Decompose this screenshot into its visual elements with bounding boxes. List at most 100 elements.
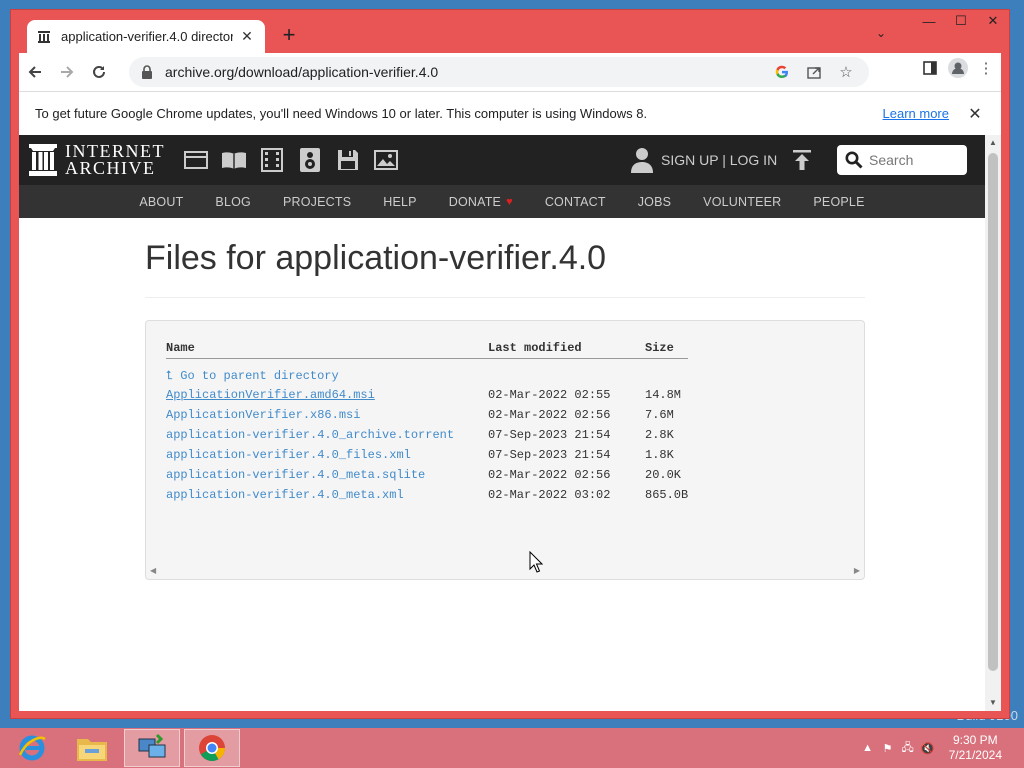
parent-directory-row: ⮤ Go to parent directory (166, 359, 688, 385)
nav-donate[interactable]: DONATE ♥ (433, 195, 529, 209)
clock[interactable]: 9:30 PM 7/21/2024 (949, 733, 1002, 763)
column-header-modified: Last modified (488, 341, 645, 359)
signin-text[interactable]: SIGN UP | LOG IN (661, 152, 777, 168)
file-modified: 07-Sep-2023 21:54 (488, 447, 611, 462)
chrome-menu-icon[interactable]: ⋮ (975, 57, 997, 79)
close-window-button[interactable]: ✕ (977, 10, 1009, 32)
table-row: application-verifier.4.0_meta.xml 02-Mar… (166, 485, 688, 505)
web-icon[interactable] (183, 148, 209, 172)
table-row: application-verifier.4.0_files.xml 07-Se… (166, 445, 688, 465)
up-arrow-icon: ⮤ (166, 368, 181, 383)
vertical-scrollbar[interactable]: ▲ ▼ (985, 135, 1001, 711)
page-title: Files for application-verifier.4.0 (145, 239, 607, 277)
scrollbar-thumb[interactable] (988, 153, 998, 671)
share-icon[interactable] (803, 61, 825, 83)
column-header-size: Size (645, 341, 689, 359)
table-row: application-verifier.4.0_archive.torrent… (166, 425, 688, 445)
nav-projects[interactable]: PROJECTS (267, 195, 367, 209)
new-tab-button[interactable]: + (277, 24, 301, 48)
bookmark-star-icon[interactable]: ☆ (835, 61, 857, 83)
file-link[interactable]: ApplicationVerifier.amd64.msi (166, 388, 375, 402)
table-row: ApplicationVerifier.x86.msi 02-Mar-2022 … (166, 405, 688, 425)
search-icon (845, 151, 863, 169)
upload-icon[interactable] (791, 149, 813, 171)
file-table: Name Last modified Size ⮤ Go to parent d… (166, 341, 689, 505)
title-bar: application-verifier.4.0 directory ✕ + ⌄… (11, 10, 1009, 53)
file-link[interactable]: application-verifier.4.0_meta.xml (166, 488, 404, 502)
user-icon (631, 148, 653, 173)
profile-avatar-icon[interactable] (947, 57, 969, 79)
infobar-close-icon[interactable]: ✕ (965, 104, 985, 124)
scroll-down-arrow-icon[interactable]: ▼ (985, 695, 1001, 711)
nav-help[interactable]: HELP (367, 195, 432, 209)
audio-icon[interactable] (297, 148, 323, 172)
file-link[interactable]: application-verifier.4.0_archive.torrent (166, 428, 454, 442)
ia-logo-icon (29, 144, 57, 176)
explorer-icon (77, 739, 107, 761)
file-size: 1.8K (645, 447, 674, 462)
file-link[interactable]: application-verifier.4.0_meta.sqlite (166, 468, 425, 482)
reload-button[interactable] (83, 56, 115, 88)
network-tray-icon[interactable]: 🖧 (901, 741, 915, 755)
nav-volunteer[interactable]: VOLUNTEER (687, 195, 797, 209)
page-viewport: INTERNET ARCHIVE SIGN UP | LOG IN Search… (19, 135, 1001, 711)
minimize-button[interactable]: — (913, 10, 945, 32)
taskbar-network[interactable] (124, 729, 180, 767)
ia-search-input[interactable]: Search (837, 145, 967, 175)
ia-signin[interactable]: SIGN UP | LOG IN (631, 147, 777, 173)
nav-people[interactable]: PEOPLE (797, 195, 880, 209)
side-panel-icon[interactable] (919, 57, 941, 79)
infobar-message: To get future Google Chrome updates, you… (35, 106, 648, 121)
video-icon[interactable] (259, 148, 285, 172)
table-row: application-verifier.4.0_meta.sqlite 02-… (166, 465, 688, 485)
back-button[interactable] (19, 56, 51, 88)
forward-button[interactable] (51, 56, 83, 88)
file-link[interactable]: application-verifier.4.0_files.xml (166, 448, 411, 462)
scroll-left-arrow-icon[interactable]: ◀ (150, 566, 156, 575)
system-tray: ▲ ⚑ 🖧 🔇 9:30 PM 7/21/2024 (861, 728, 1002, 768)
file-size: 20.0K (645, 467, 682, 482)
show-hidden-icons-icon[interactable]: ▲ (861, 741, 875, 755)
browser-toolbar: archive.org/download/application-verifie… (19, 53, 1001, 91)
clock-date: 7/21/2024 (948, 748, 1002, 762)
nav-donate-label: DONATE (448, 194, 502, 209)
search-placeholder: Search (869, 152, 914, 168)
nav-contact[interactable]: CONTACT (529, 195, 622, 209)
scroll-up-arrow-icon[interactable]: ▲ (985, 135, 1001, 151)
file-link[interactable]: ApplicationVerifier.x86.msi (166, 408, 360, 422)
volume-muted-icon[interactable]: 🔇 (921, 741, 935, 755)
tab-search-chevron-icon[interactable]: ⌄ (871, 26, 891, 46)
file-size: 7.6M (645, 407, 674, 422)
taskbar-chrome[interactable] (184, 729, 240, 767)
images-icon[interactable] (373, 148, 399, 172)
taskbar-ie[interactable] (4, 729, 60, 767)
nav-jobs[interactable]: JOBS (622, 195, 687, 209)
file-modified: 02-Mar-2022 02:56 (488, 467, 611, 482)
heart-icon: ♥ (506, 195, 513, 208)
ia-top-nav: ABOUT BLOG PROJECTS HELP DONATE ♥ CONTACT… (19, 185, 985, 218)
learn-more-link[interactable]: Learn more (883, 106, 949, 121)
texts-icon[interactable] (221, 148, 247, 172)
update-infobar: To get future Google Chrome updates, you… (19, 91, 1001, 135)
maximize-button[interactable]: ☐ (945, 10, 977, 32)
table-row: ApplicationVerifier.amd64.msi 02-Mar-202… (166, 385, 688, 405)
nav-about[interactable]: ABOUT (123, 195, 199, 209)
ia-logo-line2: ARCHIVE (65, 158, 156, 178)
browser-tab[interactable]: application-verifier.4.0 directory ✕ (27, 20, 265, 53)
address-bar[interactable]: archive.org/download/application-verifie… (129, 57, 869, 87)
lock-icon[interactable] (141, 65, 155, 79)
action-center-flag-icon[interactable]: ⚑ (881, 741, 895, 755)
file-modified: 02-Mar-2022 03:02 (488, 487, 611, 502)
tab-close-icon[interactable]: ✕ (239, 28, 255, 45)
nav-blog[interactable]: BLOG (199, 195, 267, 209)
software-icon[interactable] (335, 148, 361, 172)
taskbar-file-explorer[interactable] (64, 729, 120, 767)
file-listing: Name Last modified Size ⮤ Go to parent d… (145, 320, 865, 580)
ia-logo[interactable]: INTERNET ARCHIVE (29, 142, 165, 178)
google-icon[interactable] (771, 61, 793, 83)
parent-directory-link[interactable]: ⮤ Go to parent directory (166, 369, 339, 383)
chrome-icon (199, 735, 226, 762)
url-text[interactable]: archive.org/download/application-verifie… (165, 64, 771, 80)
scroll-right-arrow-icon[interactable]: ▶ (854, 566, 860, 575)
ia-header: INTERNET ARCHIVE SIGN UP | LOG IN Search (19, 135, 985, 185)
